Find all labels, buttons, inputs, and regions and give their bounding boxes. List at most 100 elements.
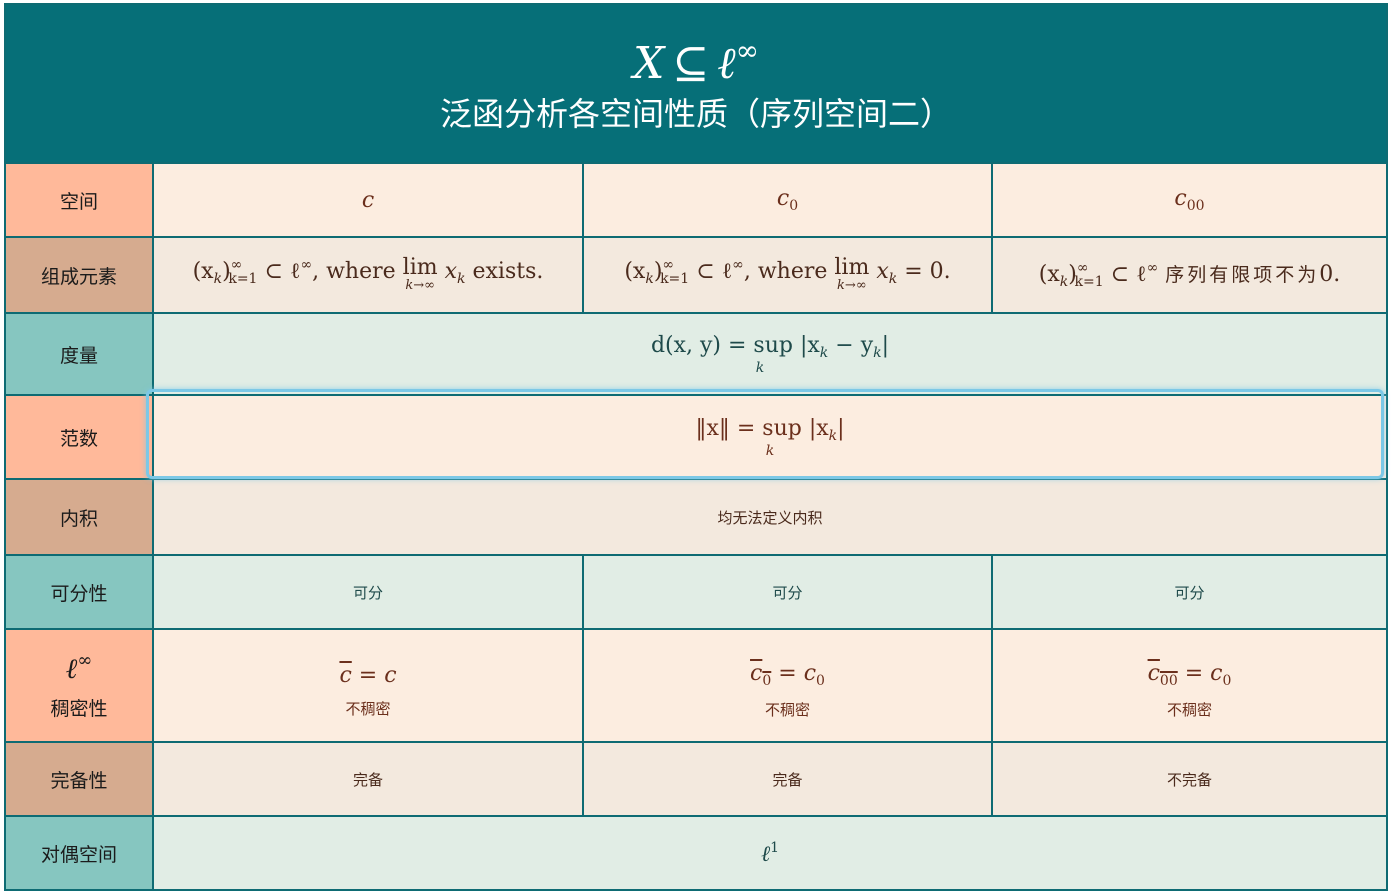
cell-complete-c00: 不完备 (991, 741, 1386, 815)
row-label-dense: ℓ∞ 稠密性 (6, 628, 152, 741)
math-c: c (361, 187, 375, 213)
row-separable: 可分性 可分 可分 可分 (6, 554, 1386, 628)
metric-main: d(x, y) = sup |x (650, 333, 820, 358)
metric-tail: − y (828, 333, 874, 358)
dense-label-text: 稠密性 (50, 698, 108, 720)
cell-elements-c00: (xk)∞k=1 ⊂ ℓ∞ 序列有限项不为0. (991, 236, 1386, 312)
cell-dense-c0: c0 = c0 不稠密 (582, 628, 991, 741)
page-title: 泛函分析各空间性质（序列空间二） (439, 95, 952, 133)
elements-c00-formula: (xk)∞k=1 ⊂ ℓ∞ 序列有限项不为0. (1038, 260, 1341, 290)
eq-c0: = c (1184, 661, 1223, 686)
row-label-complete: 完备性 (6, 741, 152, 815)
eq-zero: = 0. (904, 259, 951, 284)
cell-space-c00: c00 (991, 162, 1386, 236)
c00-bar: c (1147, 661, 1160, 686)
row-inner: 内积 均无法定义内积 (6, 478, 1386, 554)
norm-close: | (837, 416, 845, 441)
metric-sup-under: k (755, 360, 765, 376)
metric-formula: d(x, y) = sup |xk − yk| k (651, 333, 889, 375)
table-header: X ⊆ ℓ∞ 泛函分析各空间性质（序列空间二） (6, 5, 1386, 162)
formula-op: ⊆ (672, 38, 710, 89)
row-dual: 对偶空间 ℓ1 (6, 815, 1386, 889)
where-text: , where (312, 259, 396, 284)
row-label-separable: 可分性 (6, 554, 152, 628)
row-label-space: 空间 (6, 162, 152, 236)
lim-text: lim (402, 255, 438, 280)
dense-c00-note: 不稠密 (1166, 701, 1212, 719)
math-c0-sub: 0 (789, 198, 799, 214)
row-metric: 度量 d(x, y) = sup |xk − yk| k (6, 312, 1386, 394)
linf-l: ℓ (65, 652, 78, 685)
seq-open: (x (624, 259, 646, 284)
elements-c0-formula: (xk)∞k=1 ⊂ ℓ∞, where lim k→∞ xk = 0. (624, 255, 951, 293)
zero-end: 0. (1319, 262, 1341, 287)
eq-c0: = c (778, 661, 817, 686)
dense-c00-formula: c00 = c0 (1147, 661, 1232, 689)
subset-linf: ⊂ ℓ (264, 259, 301, 284)
lim-operator: lim k→∞ (403, 257, 438, 293)
finite-text: 序列有限项不为 (1165, 264, 1320, 286)
subset-linf: ⊂ ℓ (696, 259, 733, 284)
formula-rhs-sup: ∞ (735, 34, 759, 67)
dense-c-note: 不稠密 (345, 699, 391, 718)
formula-lhs: X (633, 38, 665, 89)
l1-l: ℓ (760, 841, 771, 867)
cell-norm: ‖x‖ = sup |xk| k (152, 394, 1386, 478)
dense-c-formula: c = c (339, 663, 396, 688)
cell-dense-c00: c00 = c0 不稠密 (991, 628, 1386, 741)
lim-under: k→∞ (837, 278, 867, 293)
row-label-metric: 度量 (6, 312, 152, 394)
c0-bar: c (750, 661, 763, 686)
math-c00-sub: 00 (1186, 198, 1205, 214)
metric-close: | (881, 333, 890, 358)
norm-main: ‖x‖ = sup |x (695, 416, 829, 441)
cell-space-c0: c0 (582, 162, 991, 236)
elements-c-formula: (xk)∞k=1 ⊂ ℓ∞, where lim k→∞ xk exists. (192, 255, 544, 293)
dense-c0-note: 不稠密 (764, 701, 810, 719)
cell-elements-c0: (xk)∞k=1 ⊂ ℓ∞, where lim k→∞ xk = 0. (582, 236, 991, 312)
xk: x (444, 259, 458, 284)
row-complete: 完备性 完备 完备 不完备 (6, 741, 1386, 815)
row-label-inner: 内积 (6, 478, 152, 554)
row-norm: 范数 ‖x‖ = sup |xk| k (6, 394, 1386, 478)
c-bar: c (339, 662, 352, 688)
cell-complete-c0: 完备 (582, 741, 991, 815)
cell-dual: ℓ1 (152, 815, 1386, 889)
cell-inner: 均无法定义内积 (152, 478, 1386, 554)
math-c0: c (776, 186, 790, 211)
lim-operator: lim k→∞ (834, 257, 869, 293)
lim-under: k→∞ (405, 278, 435, 293)
dense-label-math: ℓ∞ (66, 650, 93, 686)
formula-rhs: ℓ (717, 38, 736, 89)
math-c00: c (1174, 186, 1187, 211)
properties-table: X ⊆ ℓ∞ 泛函分析各空间性质（序列空间二） 空间 c c0 c00 组成元素 (… (4, 3, 1388, 891)
dense-c0-formula: c0 = c0 (750, 661, 825, 689)
where-text: , where (743, 259, 828, 284)
seq-open: (x (1038, 262, 1060, 287)
norm-formula: ‖x‖ = sup |xk| k (695, 416, 845, 459)
cell-separable-c0: 可分 (582, 554, 991, 628)
cell-metric: d(x, y) = sup |xk − yk| k (152, 312, 1386, 394)
norm-sup-under: k (765, 443, 775, 459)
cell-separable-c: 可分 (152, 554, 582, 628)
exists-text: exists. (472, 259, 544, 284)
row-label-dual: 对偶空间 (6, 815, 152, 889)
lim-text: lim (834, 255, 870, 280)
cell-complete-c: 完备 (152, 741, 582, 815)
linf-sup: ∞ (77, 650, 93, 671)
row-label-norm: 范数 (6, 394, 152, 478)
row-elements: 组成元素 (xk)∞k=1 ⊂ ℓ∞, where lim k→∞ xk exis… (6, 236, 1386, 312)
dual-formula: ℓ1 (761, 840, 779, 867)
cell-elements-c: (xk)∞k=1 ⊂ ℓ∞, where lim k→∞ xk exists. (152, 236, 582, 312)
cell-separable-c00: 可分 (991, 554, 1386, 628)
eq-c: = c (358, 662, 397, 688)
row-label-elements: 组成元素 (6, 236, 152, 312)
header-formula: X ⊆ ℓ∞ (6, 25, 1386, 90)
subset-linf: ⊂ ℓ (1110, 262, 1147, 287)
cell-space-c: c (152, 162, 582, 236)
row-space: 空间 c c0 c00 (6, 162, 1386, 236)
xk: x (876, 259, 889, 284)
cell-dense-c: c = c 不稠密 (152, 628, 582, 741)
seq-open: (x (192, 259, 214, 284)
l1-sup: 1 (770, 839, 780, 856)
